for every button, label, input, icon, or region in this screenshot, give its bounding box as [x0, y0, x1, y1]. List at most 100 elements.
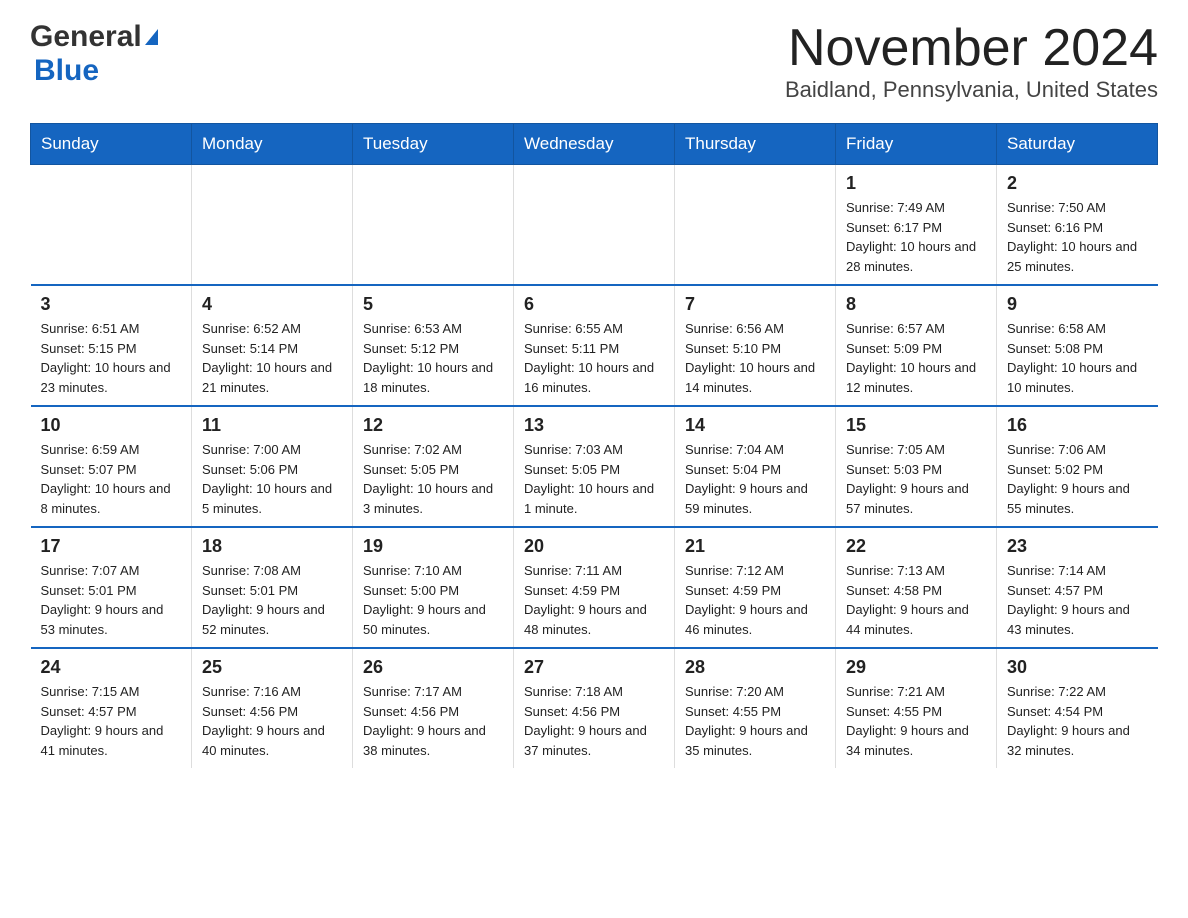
calendar-cell: 9Sunrise: 6:58 AM Sunset: 5:08 PM Daylig…	[997, 285, 1158, 406]
day-number: 30	[1007, 657, 1148, 678]
calendar-cell: 16 Sunrise: 7:06 AM Sunset: 5:02 PM Dayli…	[997, 406, 1158, 527]
calendar-cell	[192, 165, 353, 286]
day-number: 22	[846, 536, 986, 557]
day-info: Sunrise: 7:11 AM Sunset: 4:59 PM Dayligh…	[524, 561, 664, 639]
day-info: Sunrise: 7:18 AM Sunset: 4:56 PM Dayligh…	[524, 682, 664, 760]
page-title: November 2024	[785, 20, 1158, 77]
day-number: 3	[41, 294, 182, 315]
day-info: Sunrise: 7:07 AM Sunset: 5:01 PM Dayligh…	[41, 561, 182, 639]
day-number: 26	[363, 657, 503, 678]
weekday-header-wednesday: Wednesday	[514, 124, 675, 165]
calendar-cell: 6Sunrise: 6:55 AM Sunset: 5:11 PM Daylig…	[514, 285, 675, 406]
title-block: November 2024 Baidland, Pennsylvania, Un…	[785, 20, 1158, 103]
calendar-cell: 10 Sunrise: 6:59 AM Sunset: 5:07 PM Dayli…	[31, 406, 192, 527]
day-info: Sunrise: 7:50 AM Sunset: 6:16 PM Dayligh…	[1007, 198, 1148, 276]
calendar-cell: 11Sunrise: 7:00 AM Sunset: 5:06 PM Dayli…	[192, 406, 353, 527]
logo: General Blue	[30, 20, 158, 88]
calendar-cell: 4 Sunrise: 6:52 AM Sunset: 5:14 PM Daylig…	[192, 285, 353, 406]
day-number: 20	[524, 536, 664, 557]
day-number: 9	[1007, 294, 1148, 315]
calendar-cell	[675, 165, 836, 286]
day-number: 24	[41, 657, 182, 678]
calendar-cell: 27 Sunrise: 7:18 AM Sunset: 4:56 PM Dayli…	[514, 648, 675, 768]
logo-general: General	[30, 20, 142, 54]
calendar-cell: 14Sunrise: 7:04 AM Sunset: 5:04 PM Dayli…	[675, 406, 836, 527]
day-number: 17	[41, 536, 182, 557]
day-info: Sunrise: 6:57 AM Sunset: 5:09 PM Dayligh…	[846, 319, 986, 397]
calendar-cell: 5 Sunrise: 6:53 AM Sunset: 5:12 PM Daylig…	[353, 285, 514, 406]
day-info: Sunrise: 7:03 AM Sunset: 5:05 PM Dayligh…	[524, 440, 664, 518]
weekday-header-friday: Friday	[836, 124, 997, 165]
day-info: Sunrise: 7:10 AM Sunset: 5:00 PM Dayligh…	[363, 561, 503, 639]
weekday-header-row: SundayMondayTuesdayWednesdayThursdayFrid…	[31, 124, 1158, 165]
day-info: Sunrise: 7:22 AM Sunset: 4:54 PM Dayligh…	[1007, 682, 1148, 760]
day-number: 14	[685, 415, 825, 436]
calendar-cell: 30 Sunrise: 7:22 AM Sunset: 4:54 PM Dayli…	[997, 648, 1158, 768]
day-number: 1	[846, 173, 986, 194]
calendar-cell: 8 Sunrise: 6:57 AM Sunset: 5:09 PM Daylig…	[836, 285, 997, 406]
calendar-table: SundayMondayTuesdayWednesdayThursdayFrid…	[30, 123, 1158, 768]
logo-arrow-icon	[145, 29, 158, 45]
day-info: Sunrise: 7:16 AM Sunset: 4:56 PM Dayligh…	[202, 682, 342, 760]
day-info: Sunrise: 7:13 AM Sunset: 4:58 PM Dayligh…	[846, 561, 986, 639]
day-number: 5	[363, 294, 503, 315]
calendar-week-1: 1 Sunrise: 7:49 AM Sunset: 6:17 PM Daylig…	[31, 165, 1158, 286]
day-info: Sunrise: 7:14 AM Sunset: 4:57 PM Dayligh…	[1007, 561, 1148, 639]
calendar-cell: 12 Sunrise: 7:02 AM Sunset: 5:05 PM Dayli…	[353, 406, 514, 527]
day-info: Sunrise: 6:59 AM Sunset: 5:07 PM Dayligh…	[41, 440, 182, 518]
calendar-cell: 29Sunrise: 7:21 AM Sunset: 4:55 PM Dayli…	[836, 648, 997, 768]
logo-blue: Blue	[34, 54, 99, 87]
calendar-cell: 19 Sunrise: 7:10 AM Sunset: 5:00 PM Dayli…	[353, 527, 514, 648]
day-info: Sunrise: 7:05 AM Sunset: 5:03 PM Dayligh…	[846, 440, 986, 518]
day-number: 28	[685, 657, 825, 678]
calendar-cell: 18 Sunrise: 7:08 AM Sunset: 5:01 PM Dayli…	[192, 527, 353, 648]
calendar-cell: 13 Sunrise: 7:03 AM Sunset: 5:05 PM Dayli…	[514, 406, 675, 527]
calendar-cell: 28 Sunrise: 7:20 AM Sunset: 4:55 PM Dayli…	[675, 648, 836, 768]
day-number: 18	[202, 536, 342, 557]
calendar-cell: 24 Sunrise: 7:15 AM Sunset: 4:57 PM Dayli…	[31, 648, 192, 768]
day-info: Sunrise: 7:20 AM Sunset: 4:55 PM Dayligh…	[685, 682, 825, 760]
calendar-week-4: 17 Sunrise: 7:07 AM Sunset: 5:01 PM Dayli…	[31, 527, 1158, 648]
day-info: Sunrise: 7:06 AM Sunset: 5:02 PM Dayligh…	[1007, 440, 1148, 518]
day-number: 7	[685, 294, 825, 315]
day-number: 23	[1007, 536, 1148, 557]
calendar-cell: 2Sunrise: 7:50 AM Sunset: 6:16 PM Daylig…	[997, 165, 1158, 286]
day-info: Sunrise: 7:02 AM Sunset: 5:05 PM Dayligh…	[363, 440, 503, 518]
day-number: 8	[846, 294, 986, 315]
calendar-cell: 3Sunrise: 6:51 AM Sunset: 5:15 PM Daylig…	[31, 285, 192, 406]
day-number: 25	[202, 657, 342, 678]
day-info: Sunrise: 7:08 AM Sunset: 5:01 PM Dayligh…	[202, 561, 342, 639]
calendar-week-5: 24 Sunrise: 7:15 AM Sunset: 4:57 PM Dayli…	[31, 648, 1158, 768]
day-number: 4	[202, 294, 342, 315]
weekday-header-tuesday: Tuesday	[353, 124, 514, 165]
day-number: 6	[524, 294, 664, 315]
calendar-cell: 22 Sunrise: 7:13 AM Sunset: 4:58 PM Dayli…	[836, 527, 997, 648]
weekday-header-thursday: Thursday	[675, 124, 836, 165]
day-info: Sunrise: 7:49 AM Sunset: 6:17 PM Dayligh…	[846, 198, 986, 276]
day-number: 21	[685, 536, 825, 557]
day-number: 27	[524, 657, 664, 678]
weekday-header-saturday: Saturday	[997, 124, 1158, 165]
calendar-cell: 21 Sunrise: 7:12 AM Sunset: 4:59 PM Dayli…	[675, 527, 836, 648]
day-number: 13	[524, 415, 664, 436]
calendar-week-2: 3Sunrise: 6:51 AM Sunset: 5:15 PM Daylig…	[31, 285, 1158, 406]
day-info: Sunrise: 6:53 AM Sunset: 5:12 PM Dayligh…	[363, 319, 503, 397]
calendar-cell: 15Sunrise: 7:05 AM Sunset: 5:03 PM Dayli…	[836, 406, 997, 527]
day-number: 12	[363, 415, 503, 436]
calendar-cell: 7Sunrise: 6:56 AM Sunset: 5:10 PM Daylig…	[675, 285, 836, 406]
page-subtitle: Baidland, Pennsylvania, United States	[785, 77, 1158, 103]
day-number: 19	[363, 536, 503, 557]
calendar-cell	[353, 165, 514, 286]
calendar-cell	[31, 165, 192, 286]
calendar-week-3: 10 Sunrise: 6:59 AM Sunset: 5:07 PM Dayli…	[31, 406, 1158, 527]
day-number: 10	[41, 415, 182, 436]
weekday-header-monday: Monday	[192, 124, 353, 165]
day-info: Sunrise: 7:12 AM Sunset: 4:59 PM Dayligh…	[685, 561, 825, 639]
day-number: 16	[1007, 415, 1148, 436]
day-info: Sunrise: 7:15 AM Sunset: 4:57 PM Dayligh…	[41, 682, 182, 760]
day-number: 11	[202, 415, 342, 436]
day-info: Sunrise: 7:17 AM Sunset: 4:56 PM Dayligh…	[363, 682, 503, 760]
calendar-cell: 26 Sunrise: 7:17 AM Sunset: 4:56 PM Dayli…	[353, 648, 514, 768]
day-info: Sunrise: 6:52 AM Sunset: 5:14 PM Dayligh…	[202, 319, 342, 397]
calendar-cell: 20 Sunrise: 7:11 AM Sunset: 4:59 PM Dayli…	[514, 527, 675, 648]
